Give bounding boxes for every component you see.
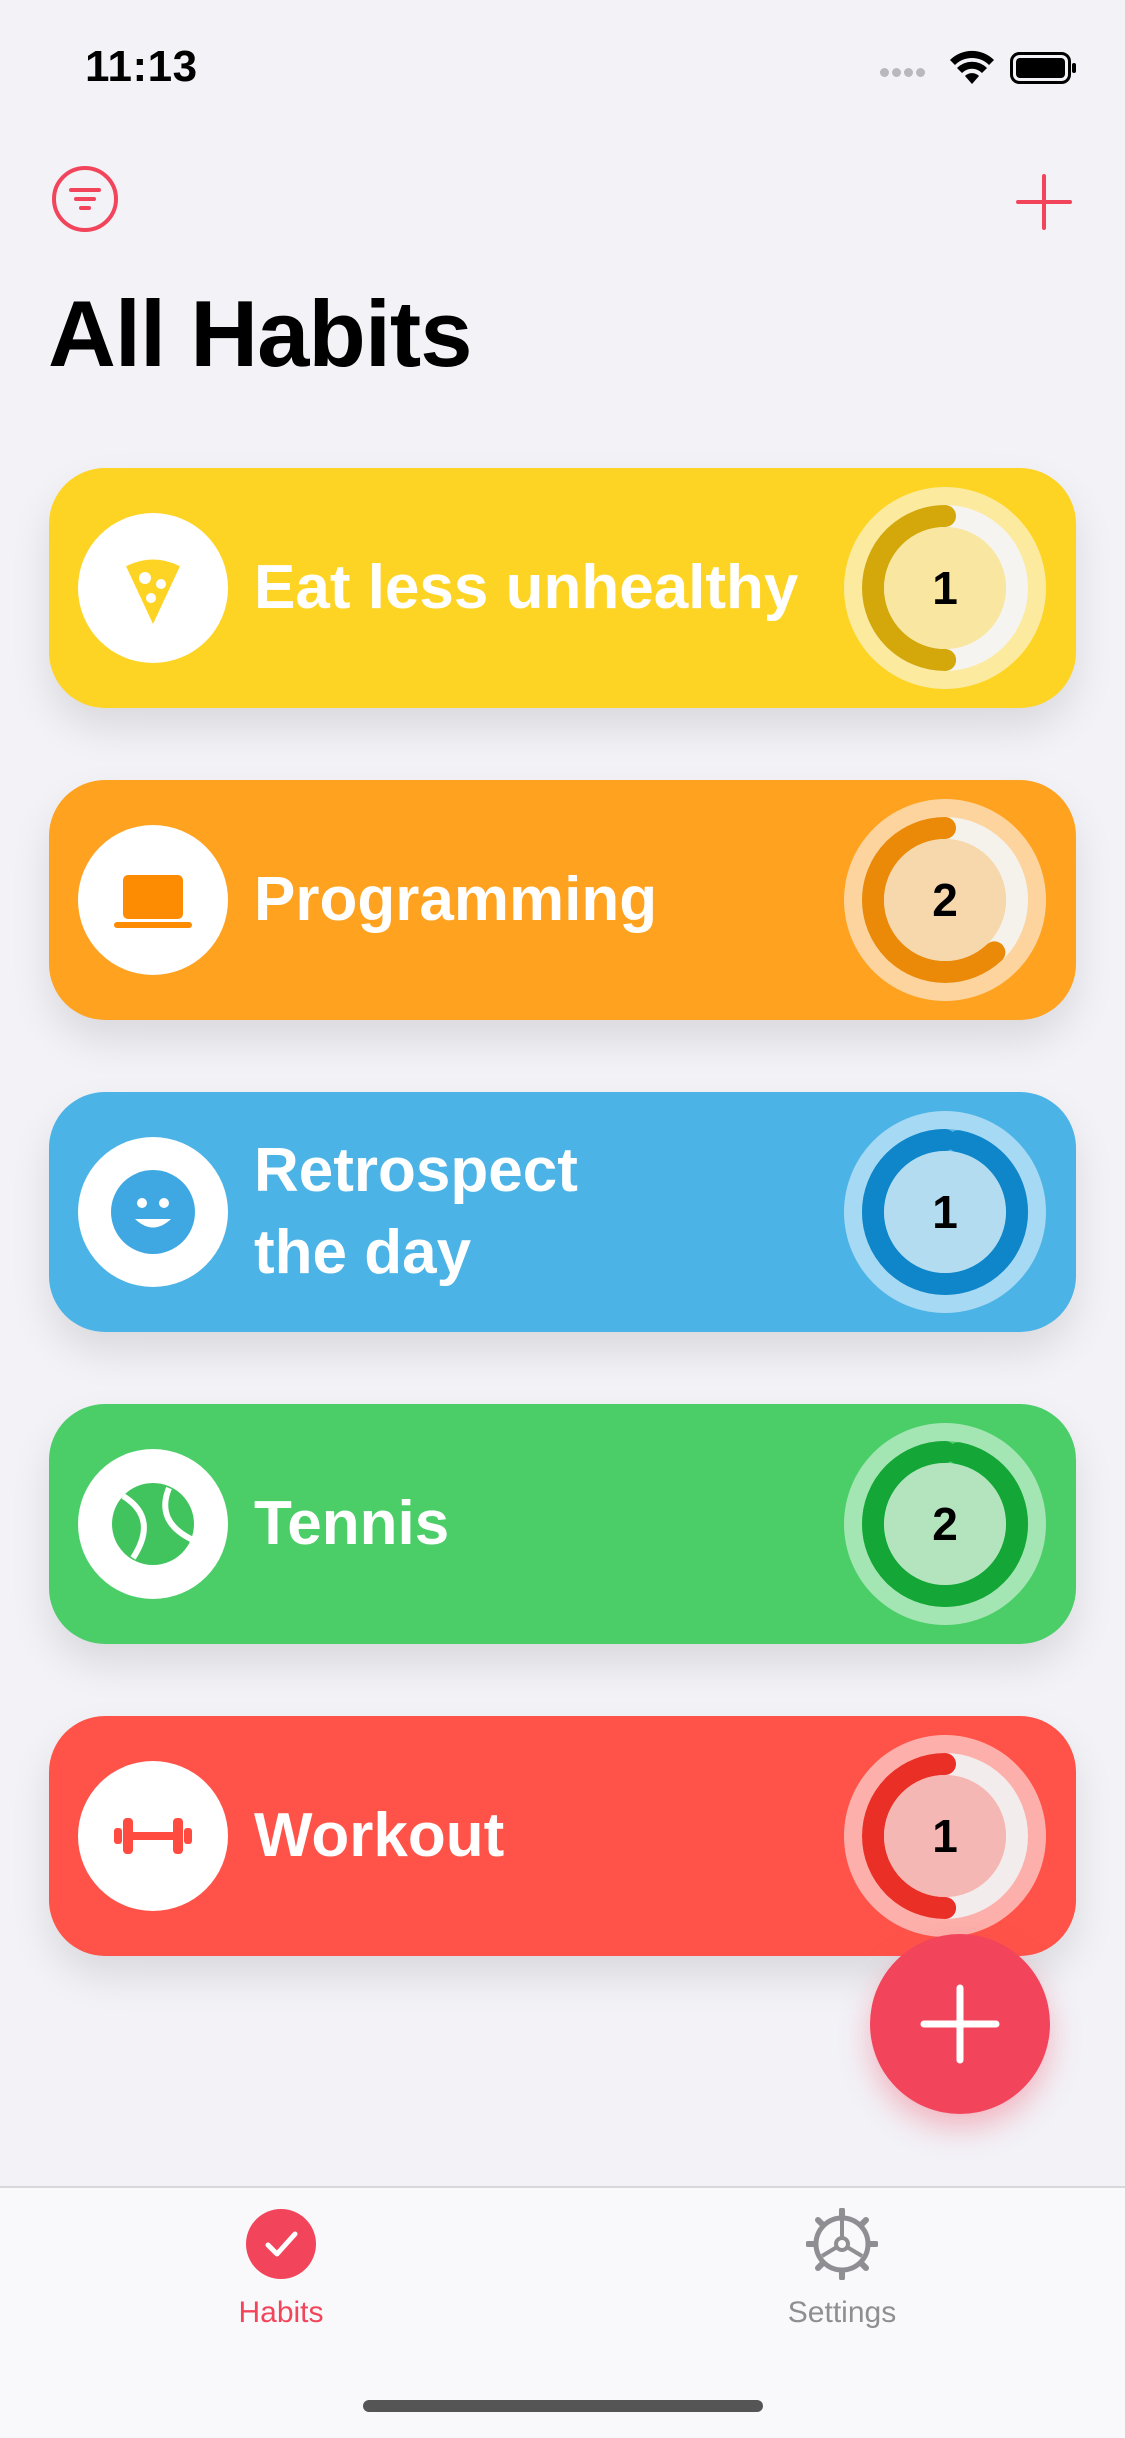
habit-progress-ring[interactable]: 1 [843,486,1047,690]
laptop-icon [114,875,192,928]
cellular-signal-icon [880,64,928,82]
habit-icon-container [78,513,228,663]
habit-card-retrospect-the-day[interactable]: Retrospect the day 1 [49,1092,1076,1332]
home-indicator [363,2400,763,2412]
filter-button[interactable] [52,166,118,232]
habit-count: 1 [932,1186,958,1238]
habit-card-programming[interactable]: Programming 2 [49,780,1076,1020]
habit-name: Eat less unhealthy [254,553,799,622]
floating-add-button[interactable] [870,1934,1050,2114]
habit-count: 2 [932,1498,958,1550]
habit-card-tennis[interactable]: Tennis 2 [49,1404,1076,1644]
habit-card-eat-less-unhealthy[interactable]: Eat less unhealthy 1 [49,468,1076,708]
filter-icon [69,188,101,210]
habit-progress-ring[interactable]: 2 [843,1422,1047,1626]
checkmark-circle-icon [246,2209,316,2279]
gear-icon [806,2208,878,2280]
habit-progress-ring[interactable]: 2 [843,798,1047,1002]
tab-settings[interactable]: Settings [742,2208,942,2348]
wifi-icon [950,50,994,84]
plus-icon [920,1984,1000,2064]
habit-icon-container [78,1137,228,1287]
habit-progress-ring[interactable]: 1 [843,1110,1047,1314]
habit-icon-container [78,825,228,975]
smiley-icon [111,1170,195,1254]
habit-count: 2 [932,874,958,926]
pizza-icon [123,554,183,624]
habit-count: 1 [932,1810,958,1862]
status-bar: 11:13 [0,0,1125,140]
dumbbell-icon [114,1818,192,1854]
habit-name: Workout [254,1801,505,1870]
habit-name: Programming [254,865,658,934]
tennis-ball-icon [112,1483,195,1565]
habit-name: Tennis [254,1489,450,1558]
habit-card-workout[interactable]: Workout 1 [49,1716,1076,1956]
habit-icon-container [78,1449,228,1599]
add-habit-button[interactable] [1016,174,1072,230]
status-time: 11:13 [85,42,198,91]
habit-name: Retrospect the day [254,1136,578,1287]
page-title: All Habits [48,281,473,386]
habit-progress-ring[interactable]: 1 [843,1734,1047,1938]
tab-habits[interactable]: Habits [181,2208,381,2348]
tab-label: Habits [238,2296,324,2329]
habit-count: 1 [932,562,958,614]
battery-icon [1010,52,1076,84]
tab-label: Settings [787,2296,897,2329]
habit-icon-container [78,1761,228,1911]
